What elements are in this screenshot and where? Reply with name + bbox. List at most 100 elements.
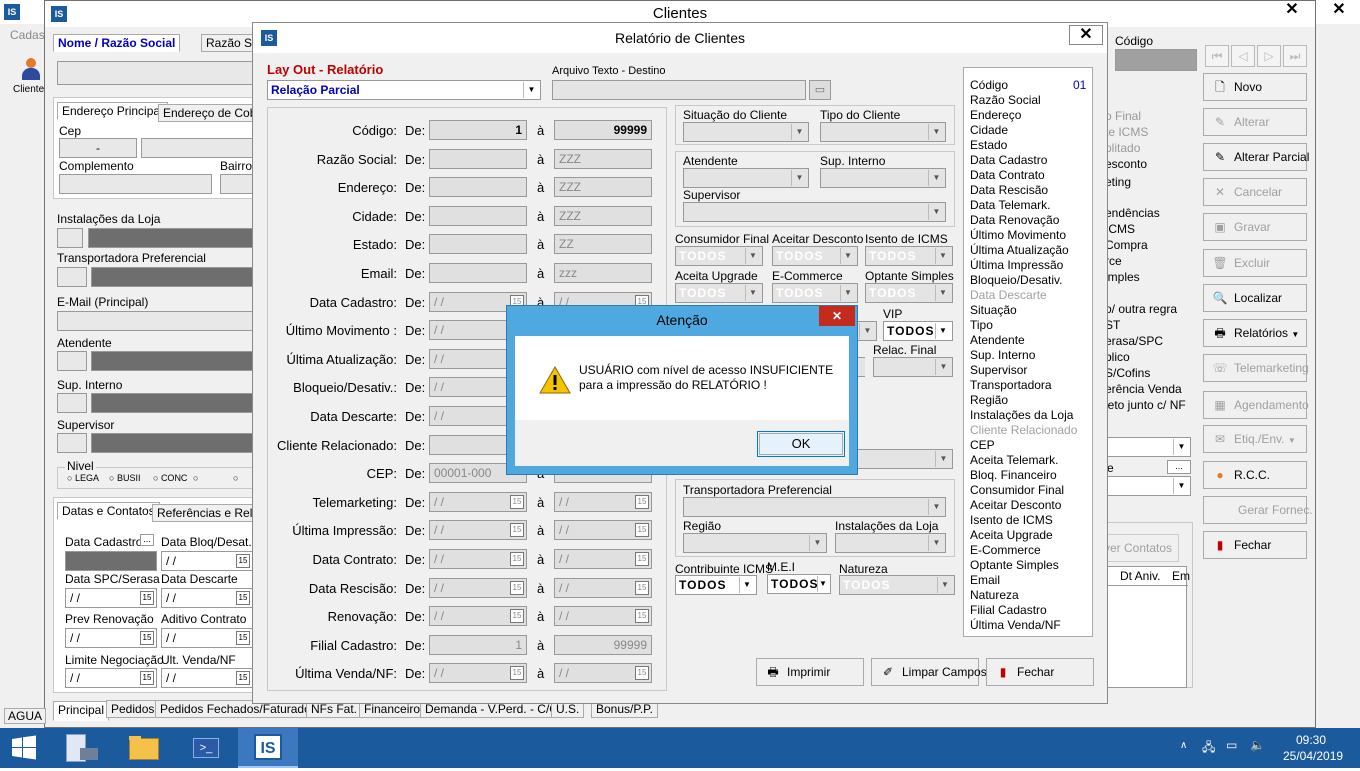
atendente-code[interactable] xyxy=(57,351,87,371)
field-list-item[interactable]: Isento de ICMS xyxy=(970,513,1077,528)
ellipsis-button[interactable]: ... xyxy=(1167,460,1191,474)
field-list-item[interactable]: Instalações da Loja xyxy=(970,408,1077,423)
field-list-item[interactable]: Supervisor xyxy=(970,363,1077,378)
transportadora-select[interactable]: ▼ xyxy=(683,497,946,517)
cliente-icon[interactable] xyxy=(20,58,42,82)
agendamento-button[interactable]: ▦ Agendamento xyxy=(1203,391,1309,419)
alert-ok-button[interactable]: OK xyxy=(757,431,845,457)
field-list-item[interactable]: Cliente Relacionado xyxy=(970,423,1077,438)
field-list-item[interactable]: Atendente xyxy=(970,333,1077,348)
calendar-icon[interactable]: 15 xyxy=(236,591,250,605)
range-from-input[interactable]: / / 15 xyxy=(429,663,527,684)
clock-time[interactable]: 09:30 xyxy=(1296,733,1326,747)
field-list-item[interactable]: Situação xyxy=(970,303,1077,318)
codigo-input[interactable] xyxy=(1115,49,1197,71)
localizar-button[interactable]: 🔍 Localizar xyxy=(1203,284,1307,312)
limpar-campos-button[interactable]: ✐ Limpar Campos xyxy=(871,658,987,686)
range-to-input[interactable]: 99999 xyxy=(554,634,652,655)
tipo-select[interactable]: ▼ xyxy=(820,122,946,142)
range-to-input[interactable]: ZZ xyxy=(554,234,652,255)
natureza-select[interactable]: TODOS ▼ xyxy=(839,575,955,595)
calendar-icon[interactable]: 15 xyxy=(140,671,154,685)
cancelar-button[interactable]: ✕ Cancelar xyxy=(1203,178,1307,206)
gravar-button[interactable]: ▣ Gravar xyxy=(1203,213,1307,241)
calendar-icon[interactable]: 15 xyxy=(510,609,524,624)
right-combo-1[interactable]: ▼ xyxy=(1095,437,1191,457)
regiao-select[interactable]: ▼ xyxy=(683,533,827,553)
clientes-close-button[interactable]: ✕ xyxy=(1275,1,1309,21)
calendar-icon[interactable]: 15 xyxy=(510,552,524,566)
folder-icon[interactable]: ▭ xyxy=(809,80,831,100)
range-to-input[interactable]: ZZZ xyxy=(554,177,652,198)
field-list-item[interactable]: CEP xyxy=(970,438,1077,453)
tab-nome-razao[interactable]: Nome / Razão Social xyxy=(53,34,181,52)
field-list-item[interactable]: Aceita Telemark. xyxy=(970,453,1077,468)
is-app-taskbar-button[interactable]: IS xyxy=(238,728,298,768)
data-bloq-input[interactable]: / /15 xyxy=(161,551,253,571)
calendar-icon[interactable]: 15 xyxy=(236,671,250,685)
field-list-item[interactable]: Endereço xyxy=(970,108,1077,123)
calendar-icon[interactable]: 15 xyxy=(635,666,649,681)
range-from-input[interactable] xyxy=(429,263,527,283)
layout-select[interactable]: Relação Parcial ▼ xyxy=(267,80,541,100)
clock-date[interactable]: 25/04/2019 xyxy=(1283,749,1343,763)
right-combo-2[interactable]: ▼ xyxy=(1095,476,1191,496)
data-spc-input[interactable]: / /15 xyxy=(65,588,157,608)
field-list-item[interactable]: Natureza xyxy=(970,588,1077,603)
contribuinte-select[interactable]: TODOS ▼ xyxy=(675,575,757,595)
powershell-icon[interactable]: >_ xyxy=(182,728,230,768)
instalacoes-code[interactable] xyxy=(57,228,83,248)
field-list-item[interactable]: Transportadora xyxy=(970,378,1077,393)
novo-button[interactable]: 🗋 Novo xyxy=(1203,73,1307,101)
field-list-item[interactable]: Última Impressão xyxy=(970,258,1077,273)
tab-pedidos[interactable]: Pedidos xyxy=(106,700,160,718)
field-list-item[interactable]: Tipo xyxy=(970,318,1077,333)
calendar-icon[interactable]: 15 xyxy=(635,609,649,624)
instalacoes-select[interactable]: ▼ xyxy=(835,533,946,553)
alterar-parcial-button[interactable]: ✎ Alterar Parcial xyxy=(1203,143,1309,171)
cep-extra-input[interactable] xyxy=(141,138,253,158)
supervisor-select[interactable]: ▼ xyxy=(683,202,946,222)
vip-select[interactable]: TODOS ▼ xyxy=(883,321,953,341)
atendente-select[interactable]: ▼ xyxy=(683,168,809,188)
complemento-input[interactable] xyxy=(59,174,212,194)
cep-input[interactable]: - xyxy=(59,138,137,158)
imprimir-button[interactable]: 🖶 Imprimir xyxy=(756,658,864,686)
nav-first-icon[interactable]: ⏮ xyxy=(1205,45,1229,67)
field-list-item[interactable]: Data Cadastro xyxy=(970,153,1077,168)
start-button[interactable] xyxy=(0,728,48,768)
range-to-input[interactable]: / / 15 xyxy=(554,491,652,512)
telemarketing-button[interactable]: ☏ Telemarketing xyxy=(1203,354,1309,382)
calendar-icon[interactable]: 15 xyxy=(635,523,649,538)
range-from-input[interactable] xyxy=(429,234,527,255)
bairro-input[interactable] xyxy=(220,174,253,194)
mei-select[interactable]: TODOS ▼ xyxy=(767,574,831,594)
range-to-input[interactable]: / / 15 xyxy=(554,663,652,684)
field-list-item[interactable]: Código xyxy=(970,78,1077,93)
regiao-upper-select[interactable]: ▼ xyxy=(857,449,953,469)
prev-renovacao-input[interactable]: / /15 xyxy=(65,628,157,648)
range-to-input[interactable]: ZZZ xyxy=(554,205,652,226)
rcc-button[interactable]: ● R.C.C. xyxy=(1203,461,1307,489)
nivel-radio-conc[interactable]: ○ CONC xyxy=(153,473,187,483)
range-from-input[interactable]: / / 15 xyxy=(429,549,527,569)
relatorios-button[interactable]: 🖶 Relatórios ▼ xyxy=(1203,319,1307,347)
field-list-item[interactable]: Última Atualização xyxy=(970,243,1077,258)
range-to-input[interactable]: / / 15 xyxy=(554,520,652,541)
range-to-input[interactable]: / / 15 xyxy=(554,549,652,569)
range-to-input[interactable]: zzz xyxy=(554,263,652,283)
tab-cadas[interactable]: Cadas xyxy=(10,28,45,42)
arquivo-input[interactable] xyxy=(552,80,806,100)
calendar-icon[interactable]: 15 xyxy=(510,494,524,509)
range-from-input[interactable]: / / 15 xyxy=(429,520,527,541)
alert-close-button[interactable]: ✕ xyxy=(819,306,855,326)
calendar-icon[interactable]: 15 xyxy=(140,591,154,605)
field-list-item[interactable]: Data Telemark. xyxy=(970,198,1077,213)
data-cadastro-ellipsis-icon[interactable]: ... xyxy=(140,534,154,546)
supervisor-code[interactable] xyxy=(57,433,87,453)
nivel-radio-5[interactable]: ○ xyxy=(233,473,238,483)
email-input[interactable] xyxy=(57,311,253,331)
range-from-input[interactable]: 1 xyxy=(429,634,527,655)
range-from-input[interactable] xyxy=(429,148,527,169)
isento-icms-select[interactable]: TODOS ▼ xyxy=(865,246,953,266)
